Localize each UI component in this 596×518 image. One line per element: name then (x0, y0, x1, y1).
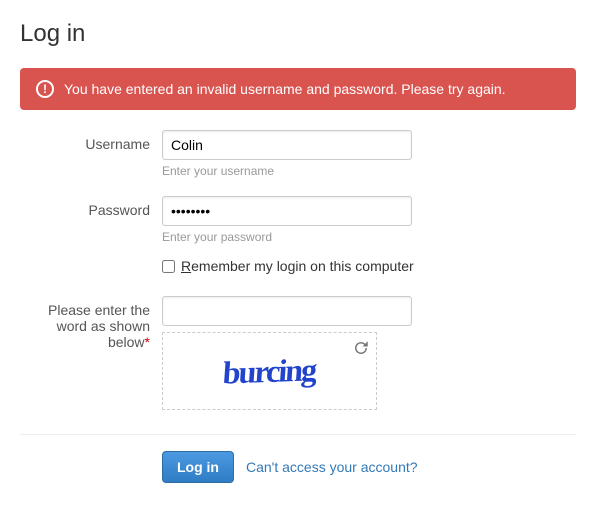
login-page: Log in ! You have entered an invalid use… (0, 0, 596, 503)
username-label: Username (20, 130, 162, 152)
forgot-link[interactable]: Can't access your account? (246, 459, 418, 475)
alert-icon: ! (36, 80, 54, 98)
refresh-icon[interactable] (352, 339, 370, 357)
page-title: Log in (20, 20, 576, 48)
captcha-label: Please enter the word as shown below* (20, 296, 162, 350)
actions-row: Log in Can't access your account? (162, 451, 576, 483)
captcha-image: burcing (162, 332, 377, 410)
remember-row: Remember my login on this computer (162, 258, 576, 274)
captcha-input[interactable] (162, 296, 412, 326)
remember-checkbox[interactable] (162, 260, 175, 273)
captcha-field-wrap: burcing (162, 296, 576, 410)
password-input[interactable] (162, 196, 412, 226)
username-hint: Enter your username (162, 164, 576, 178)
remember-label[interactable]: Remember my login on this computer (181, 258, 414, 274)
password-hint: Enter your password (162, 230, 576, 244)
error-alert: ! You have entered an invalid username a… (20, 68, 576, 110)
username-input[interactable] (162, 130, 412, 160)
captcha-row: Please enter the word as shown below* bu… (20, 296, 576, 410)
captcha-word: burcing (222, 351, 317, 391)
login-button[interactable]: Log in (162, 451, 234, 483)
username-field-wrap: Enter your username (162, 130, 576, 192)
password-field-wrap: Enter your password Remember my login on… (162, 196, 576, 292)
username-row: Username Enter your username (20, 130, 576, 192)
password-row: Password Enter your password Remember my… (20, 196, 576, 292)
alert-message: You have entered an invalid username and… (64, 81, 506, 97)
password-label: Password (20, 196, 162, 218)
separator (20, 434, 576, 435)
required-mark: * (145, 334, 150, 350)
